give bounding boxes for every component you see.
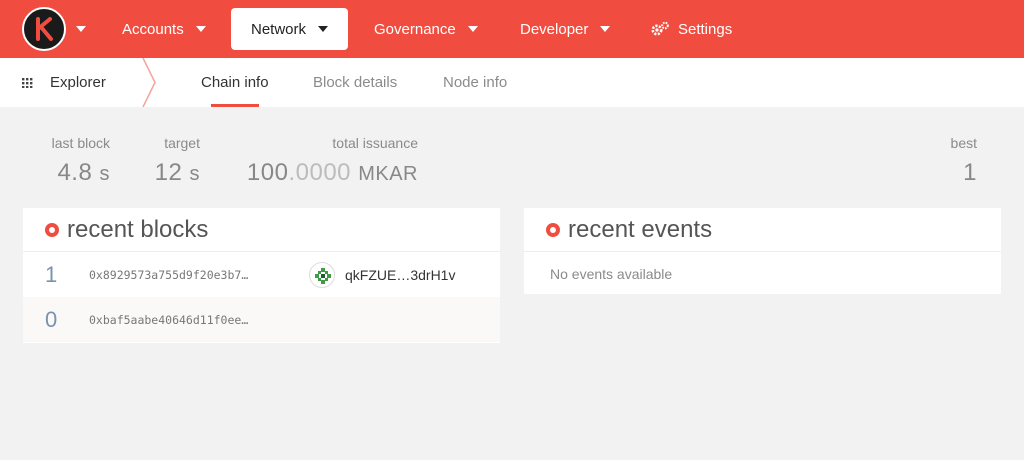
stat-target-label: target <box>164 135 200 151</box>
block-hash[interactable]: 0xbaf5aabe40646d11f0ee… <box>89 313 248 327</box>
recent-events-title: recent events <box>568 215 713 243</box>
section-explorer-label: Explorer <box>50 74 106 91</box>
last-block-unit: s <box>99 163 110 185</box>
recent-blocks-title: recent blocks <box>67 215 209 243</box>
stat-total-issuance-label: total issuance <box>332 135 418 151</box>
section-explorer[interactable]: Explorer <box>22 58 106 107</box>
issuance-unit: MKAR <box>358 163 418 185</box>
menu-accounts[interactable]: Accounts <box>102 8 226 50</box>
stat-total-issuance-value: 100.0000 MKAR <box>240 159 418 187</box>
stat-best-label: best <box>950 135 977 151</box>
last-block-number: 4.8 <box>57 159 93 186</box>
recent-blocks-panel: recent blocks 1 0x8929573a755d9f20e3b7… … <box>23 208 500 343</box>
menu-accounts-label: Accounts <box>122 20 184 38</box>
chain-selector[interactable] <box>22 7 86 51</box>
chevron-down-icon <box>600 26 611 32</box>
tab-chain-info-label: Chain info <box>201 74 269 91</box>
status-dot-icon <box>45 222 59 237</box>
chevron-down-icon <box>76 26 86 32</box>
grid-icon <box>22 77 33 88</box>
block-author-address: qkFZUE…3drH1v <box>345 266 456 283</box>
tab-block-details-label: Block details <box>313 74 398 91</box>
menu-developer[interactable]: Developer <box>500 8 630 50</box>
stat-last-block-label: last block <box>51 135 110 151</box>
target-number: 12 <box>154 159 183 186</box>
menu-governance[interactable]: Governance <box>354 8 498 50</box>
stat-last-block: last block 4.8 s <box>40 135 110 187</box>
block-author[interactable]: qkFZUE…3drH1v <box>309 261 456 288</box>
issuance-integer: 100 <box>246 159 289 186</box>
table-row: 0 0xbaf5aabe40646d11f0ee… <box>23 297 500 342</box>
table-row: 1 0x8929573a755d9f20e3b7… qkFZUE…3drH1v <box>23 252 500 297</box>
stat-best: best 1 <box>920 135 977 187</box>
empty-events-message: No events available <box>550 266 673 282</box>
chevron-down-icon <box>318 26 329 32</box>
tab-node-info-label: Node info <box>443 74 508 91</box>
target-unit: s <box>189 163 200 185</box>
block-number[interactable]: 1 <box>45 262 57 288</box>
issuance-fraction: .0000 <box>288 159 352 186</box>
stat-last-block-value: 4.8 s <box>40 159 110 187</box>
tab-block-details[interactable]: Block details <box>313 58 397 107</box>
top-menu-bar: Accounts Network Governance Developer Se… <box>0 0 1024 58</box>
stat-target: target 12 s <box>150 135 200 187</box>
menu-developer-label: Developer <box>520 20 589 38</box>
recent-events-header: recent events <box>524 208 1001 252</box>
sub-navigation: Explorer Chain info Block details Node i… <box>0 58 1024 107</box>
menu-governance-label: Governance <box>374 20 456 38</box>
breadcrumb-separator-icon <box>142 58 156 107</box>
stat-total-issuance: total issuance 100.0000 MKAR <box>240 135 418 187</box>
chain-logo <box>22 7 66 51</box>
menu-settings[interactable]: Settings <box>630 8 752 50</box>
karura-logo-icon <box>36 17 53 41</box>
status-dot-icon <box>546 222 560 237</box>
tab-chain-info[interactable]: Chain info <box>201 58 269 107</box>
block-number[interactable]: 0 <box>45 307 57 333</box>
recent-blocks-header: recent blocks <box>23 208 500 252</box>
recent-events-panel: recent events No events available <box>524 208 1001 294</box>
block-hash[interactable]: 0x8929573a755d9f20e3b7… <box>89 268 248 282</box>
identicon-icon <box>309 261 335 288</box>
menu-network[interactable]: Network <box>231 8 348 50</box>
menu-network-label: Network <box>251 20 307 38</box>
chevron-down-icon <box>467 26 478 32</box>
chevron-down-icon <box>195 26 206 32</box>
menu-settings-label: Settings <box>678 20 733 38</box>
stat-best-value: 1 <box>963 159 977 186</box>
gears-icon <box>651 21 669 36</box>
stat-target-value: 12 s <box>150 159 200 187</box>
tab-node-info[interactable]: Node info <box>443 58 507 107</box>
